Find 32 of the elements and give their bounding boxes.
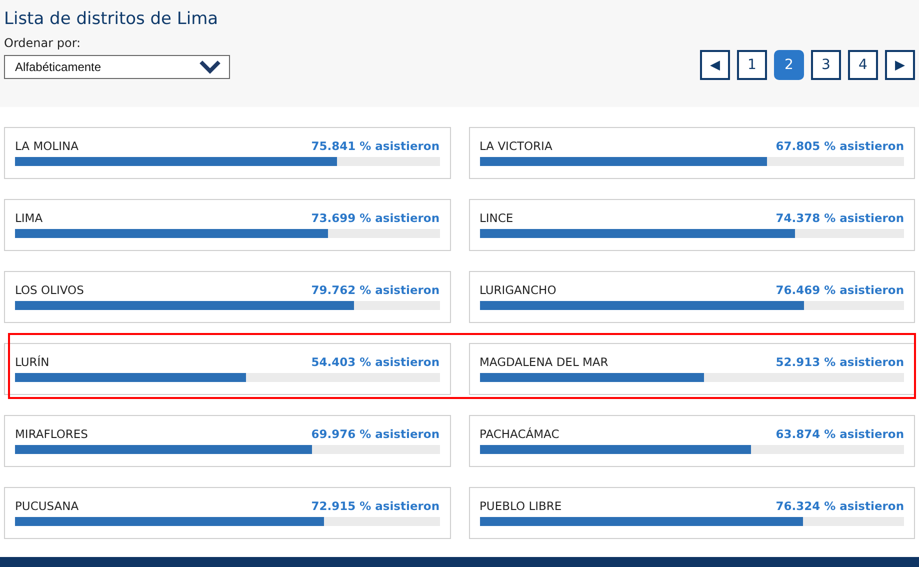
sort-dropdown[interactable]: Alfabéticamente <box>4 55 230 79</box>
page-button[interactable]: 3 <box>811 50 841 80</box>
attendance-reading: 73.699 % asistieron <box>311 211 440 225</box>
district-name: LA MOLINA <box>15 139 78 153</box>
district-name: LIMA <box>15 211 43 225</box>
attendance-reading: 63.874 % asistieron <box>776 427 904 441</box>
page-button[interactable]: 1 <box>737 50 767 80</box>
page-button[interactable]: 4 <box>848 50 878 80</box>
sort-label: Ordenar por: <box>4 36 81 50</box>
district-name: PUCUSANA <box>15 499 79 513</box>
attendance-reading: 74.378 % asistieron <box>776 211 904 225</box>
chevron-down-icon <box>199 60 221 74</box>
attendance-reading: 76.469 % asistieron <box>776 283 904 297</box>
district-name: PACHACÁMAC <box>480 427 560 441</box>
attendance-reading: 54.403 % asistieron <box>311 355 440 369</box>
district-name: LURÍN <box>15 355 50 369</box>
district-name: MIRAFLORES <box>15 427 88 441</box>
district-name: LA VICTORIA <box>480 139 552 153</box>
page-button[interactable]: 2 <box>774 50 804 80</box>
district-name: LURIGANCHO <box>480 283 556 297</box>
district-name: LINCE <box>480 211 514 225</box>
page-title: Lista de distritos de Lima <box>4 9 218 29</box>
district-name: MAGDALENA DEL MAR <box>480 355 608 369</box>
attendance-reading: 79.762 % asistieron <box>311 283 440 297</box>
attendance-reading: 75.841 % asistieron <box>311 139 440 153</box>
attendance-reading: 72.915 % asistieron <box>311 499 440 513</box>
attendance-reading: 52.913 % asistieron <box>776 355 904 369</box>
attendance-reading: 69.976 % asistieron <box>311 427 440 441</box>
district-name: PUEBLO LIBRE <box>480 499 562 513</box>
attendance-reading: 76.324 % asistieron <box>776 499 904 513</box>
attendance-reading: 67.805 % asistieron <box>776 139 904 153</box>
district-name: LOS OLIVOS <box>15 283 84 297</box>
